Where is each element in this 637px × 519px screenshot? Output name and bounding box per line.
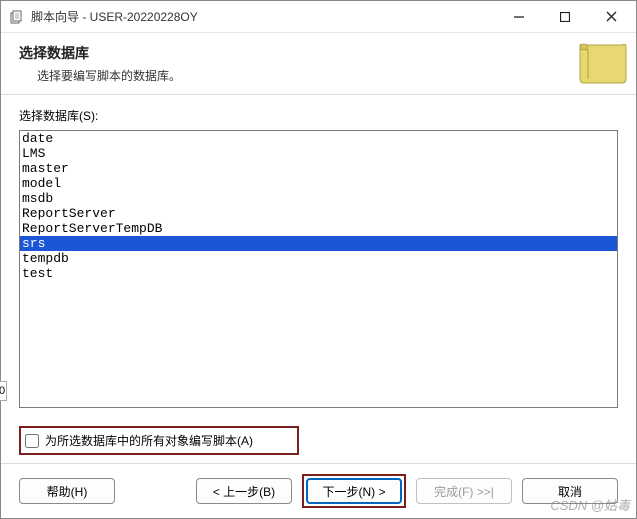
database-item[interactable]: tempdb: [20, 251, 617, 266]
page-description: 选择要编写脚本的数据库。: [37, 67, 618, 84]
back-button[interactable]: < 上一步(B): [196, 478, 292, 504]
wizard-footer: 帮助(H) < 上一步(B) 下一步(N) > 完成(F) >>| 取消: [1, 463, 636, 518]
cancel-button[interactable]: 取消: [522, 478, 618, 504]
database-item[interactable]: test: [20, 266, 617, 281]
next-button-highlight: 下一步(N) >: [302, 474, 406, 508]
next-button[interactable]: 下一步(N) >: [306, 478, 402, 504]
close-button[interactable]: [594, 5, 628, 29]
content-area: 选择数据库(S): dateLMSmastermodelmsdbReportSe…: [1, 95, 636, 463]
help-button[interactable]: 帮助(H): [19, 478, 115, 504]
database-item[interactable]: srs: [20, 236, 617, 251]
titlebar: 脚本向导 - USER-20220228OY: [1, 1, 636, 33]
minimize-button[interactable]: [502, 5, 536, 29]
scroll-art-icon: [574, 39, 628, 87]
background-fragment: 0: [0, 381, 7, 401]
app-icon: [9, 9, 25, 25]
wizard-window: 0 脚本向导 - USER-20220228OY 选择数据库 选择要编写脚本的数…: [0, 0, 637, 519]
database-item[interactable]: master: [20, 161, 617, 176]
database-item[interactable]: ReportServerTempDB: [20, 221, 617, 236]
database-item[interactable]: model: [20, 176, 617, 191]
database-listbox[interactable]: dateLMSmastermodelmsdbReportServerReport…: [19, 130, 618, 408]
database-item[interactable]: msdb: [20, 191, 617, 206]
database-item[interactable]: date: [20, 131, 617, 146]
database-item[interactable]: LMS: [20, 146, 617, 161]
script-all-objects-label: 为所选数据库中的所有对象编写脚本(A): [45, 432, 253, 449]
script-all-objects-row[interactable]: 为所选数据库中的所有对象编写脚本(A): [19, 426, 299, 455]
maximize-button[interactable]: [548, 5, 582, 29]
wizard-header: 选择数据库 选择要编写脚本的数据库。: [1, 33, 636, 95]
script-all-objects-checkbox[interactable]: [25, 434, 39, 448]
finish-button[interactable]: 完成(F) >>|: [416, 478, 512, 504]
database-item[interactable]: ReportServer: [20, 206, 617, 221]
window-controls: [502, 5, 628, 29]
page-title: 选择数据库: [19, 43, 618, 63]
database-list-label: 选择数据库(S):: [19, 107, 618, 124]
window-title: 脚本向导 - USER-20220228OY: [31, 8, 502, 25]
